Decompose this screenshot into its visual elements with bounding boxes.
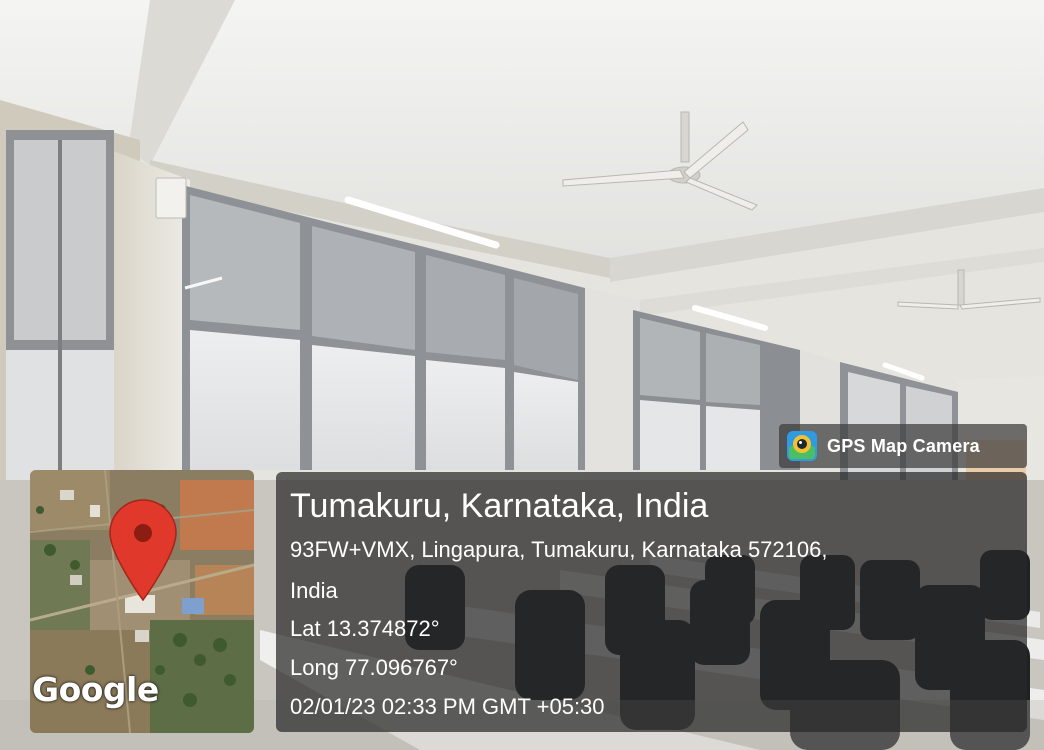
- latitude-text: Lat 13.374872°: [290, 616, 440, 641]
- app-name-label: GPS Map Camera: [827, 435, 980, 456]
- timestamp-text: 02/01/23 02:33 PM GMT +05:30: [290, 694, 605, 719]
- longitude-text: Long 77.096767°: [290, 655, 458, 680]
- gps-map-camera-badge: GPS Map Camera: [779, 424, 1027, 468]
- map-thumbnail: Google: [30, 470, 254, 733]
- address-line-1: 93FW+VMX, Lingapura, Tumakuru, Karnataka…: [290, 537, 828, 562]
- address-line-2: India: [290, 578, 338, 603]
- location-title: Tumakuru, Karnataka, India: [290, 487, 709, 525]
- gps-map-camera-app-icon: [787, 431, 817, 461]
- google-logo: Google: [32, 670, 159, 709]
